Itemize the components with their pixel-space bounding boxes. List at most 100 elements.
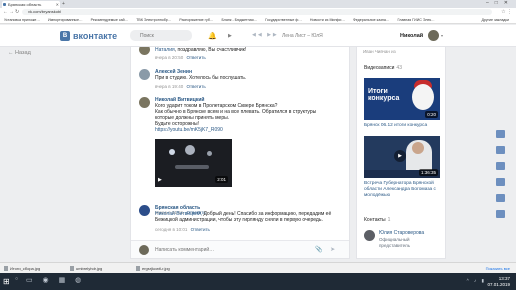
contact-name[interactable]: Юлия Староверова — [379, 230, 424, 236]
bookmark-item[interactable]: Федеральное казна… — [353, 18, 390, 22]
tab-title: Брянская область — [8, 2, 42, 7]
comment-meta: сегодня в 10:01 Ответить — [155, 227, 210, 232]
video-caption[interactable]: Встреча Губернатора Брянской области Але… — [364, 181, 444, 199]
bookmark-item[interactable]: Установка приложе… — [4, 18, 40, 22]
comment-author[interactable]: Наталия — [155, 47, 175, 53]
player-controls[interactable]: ◀◀ ▶▶ — [252, 32, 279, 38]
reply-link[interactable]: Ответить — [186, 55, 205, 60]
bookmark-item[interactable]: Главная ГИИС Элек… — [398, 18, 435, 22]
desktop-icon[interactable] — [496, 162, 505, 170]
video-thumbnail[interactable]: ▶ 1:36:35 — [364, 136, 440, 178]
star-icon[interactable]: ☆ ⋮ — [501, 8, 512, 16]
user-avatar[interactable] — [428, 30, 439, 41]
bookmark-item[interactable]: ТВК Электроннобр… — [136, 18, 171, 22]
video-thumbnail[interactable]: Итоги конкурса 0:20 — [364, 78, 440, 120]
bookmark-item[interactable]: Государственные ф… — [265, 18, 302, 22]
contacts-title[interactable]: Контакты 1 — [364, 217, 390, 223]
sidebar-top-text[interactable]: Иван Чивчан из — [363, 49, 396, 54]
search-input[interactable] — [130, 30, 192, 41]
comment-body: При в студию. Хотелось бы послушать. — [155, 75, 247, 81]
desktop-icons — [490, 130, 512, 226]
comment-input[interactable] — [155, 244, 305, 256]
browser-tab[interactable]: Брянская область ✕ — [2, 1, 60, 8]
comment-body: поздравляю, Вы счастливчик! — [177, 47, 247, 53]
notifications-bell-icon[interactable]: 🔔 — [208, 32, 217, 40]
play-icon[interactable]: ▶ — [158, 177, 162, 183]
avatar[interactable] — [139, 47, 150, 55]
bookmark-item[interactable]: Рекомендуемые сай… — [91, 18, 129, 22]
avatar[interactable] — [139, 69, 150, 80]
play-icon[interactable]: ▶ — [394, 150, 406, 162]
windows-taskbar: ⊞ ○ ▭ ◉ ▦ ◍ ^ ♪ ▮ 13:37 07.01.2019 — [0, 273, 516, 290]
address-bar-row: ← → ↻ vk.com/bryanskobl ☆ ⋮ — [0, 8, 516, 16]
comment-meta: вчера в 20:50 Ответить — [155, 55, 206, 60]
address-bar[interactable]: vk.com/bryanskobl — [22, 9, 492, 15]
reload-icon[interactable]: ↻ — [15, 8, 19, 16]
videos-title[interactable]: Видеозаписи 43 — [364, 65, 402, 71]
desktop-icon[interactable] — [496, 178, 505, 186]
comment-line: Бежицкой администрации, чтобы эту гирлян… — [155, 217, 323, 223]
desktop-icon[interactable] — [496, 194, 505, 202]
reply-link[interactable]: Ответить — [191, 227, 210, 232]
video-duration: 1:36:35 — [418, 169, 438, 176]
avatar[interactable] — [139, 97, 150, 108]
comment-time[interactable]: сегодня в 10:01 — [155, 227, 187, 232]
comment-body: Кого ударит током в Пролетарском Сквере … — [155, 103, 345, 133]
desktop-icon[interactable] — [496, 146, 505, 154]
play-icon[interactable]: ▶ — [228, 33, 232, 39]
bookmark-item[interactable]: Бланк - Бюджетная… — [221, 18, 257, 22]
download-item[interactable]: umbrelyhdr.jpg — [70, 265, 102, 272]
bookmark-item[interactable]: Новости из Минфи… — [310, 18, 345, 22]
download-item[interactable]: ergsrjkcwtl-r.jpg — [136, 265, 170, 272]
contacts-title-label: Контакты — [364, 217, 386, 223]
bookmark-item[interactable]: Распоряжение губ… — [179, 18, 213, 22]
back-arrow-icon[interactable]: ← — [3, 8, 8, 16]
comments-panel: Наталия, поздравляю, Вы счастливчик! вче… — [130, 47, 350, 259]
search-icon[interactable]: ○ — [15, 276, 18, 282]
comment-time[interactable]: вчера в 19:40 — [155, 84, 183, 89]
avatar[interactable] — [139, 205, 150, 216]
back-link[interactable]: ← Назад — [8, 50, 31, 56]
window-controls[interactable]: –□✕ — [486, 0, 514, 6]
reply-link[interactable]: Ответить — [186, 84, 205, 89]
clock-date: 07.01.2019 — [487, 281, 510, 287]
video-attachment[interactable]: ▶ 2:01 — [155, 139, 232, 187]
contact-role: Официальный представитель — [379, 237, 410, 248]
back-link-label: Назад — [15, 50, 31, 56]
vk-header: В вконтакте ⌕ 🔔 ▶ ◀◀ ▶▶ Лена Лист – ЮлЯ … — [0, 25, 516, 47]
bookmarks-bar: Установка приложе… Импортированные… Реко… — [0, 16, 516, 24]
desktop-icon[interactable] — [496, 130, 505, 138]
avatar[interactable] — [364, 230, 375, 241]
close-tab-icon[interactable]: ✕ — [56, 1, 59, 8]
comment-text: Наталия, поздравляю, Вы счастливчик! — [155, 47, 247, 53]
downloads-bar: Итоги_сбора.jpg umbrelyhdr.jpg ergsrjkcw… — [0, 262, 516, 273]
show-all-downloads[interactable]: Показать все — [486, 265, 510, 272]
comment-meta: вчера в 19:40 Ответить — [155, 84, 206, 89]
vk-logo-text[interactable]: вконтакте — [73, 31, 117, 41]
contacts-count: 1 — [387, 217, 391, 223]
download-item[interactable]: Итоги_сбора.jpg — [4, 265, 40, 272]
attach-and-send-icons[interactable]: 📎 ➤ — [315, 246, 338, 253]
forward-arrow-icon[interactable]: → — [9, 8, 14, 16]
system-tray-icons[interactable]: ^ ♪ ▮ — [467, 278, 486, 284]
bookmark-item[interactable]: Импортированные… — [48, 18, 83, 22]
youtube-link[interactable]: https://youtu.be/mK5jK7_R090 — [155, 127, 345, 133]
videos-title-label: Видеозаписи — [364, 65, 395, 71]
other-bookmarks[interactable]: Другие закладки — [481, 16, 509, 23]
taskbar-apps[interactable]: ▭ ◉ ▦ ◍ — [26, 276, 85, 284]
avatar[interactable] — [139, 245, 149, 255]
video-caption[interactable]: Брянск 06.12 итоги конкурса — [364, 123, 444, 129]
comment-time[interactable]: вчера в 20:50 — [155, 55, 183, 60]
chevron-down-icon[interactable]: ▾ — [441, 33, 443, 38]
vk-logo-icon[interactable]: В — [60, 31, 70, 41]
now-playing-track[interactable]: Лена Лист – ЮлЯ — [282, 33, 323, 39]
right-sidebar: Иван Чивчан из Видеозаписи 43 Итоги конку… — [356, 47, 446, 259]
windows-start-icon[interactable]: ⊞ — [3, 277, 12, 286]
video-duration: 0:20 — [425, 111, 438, 118]
video-duration: 2:01 — [215, 176, 228, 183]
new-tab-button[interactable]: + — [62, 1, 65, 7]
user-name[interactable]: Николай — [400, 33, 423, 39]
video-overlay-text: Итоги конкурса — [368, 88, 400, 102]
desktop-icon[interactable] — [496, 210, 505, 218]
taskbar-clock[interactable]: 13:37 07.01.2019 — [487, 276, 510, 287]
